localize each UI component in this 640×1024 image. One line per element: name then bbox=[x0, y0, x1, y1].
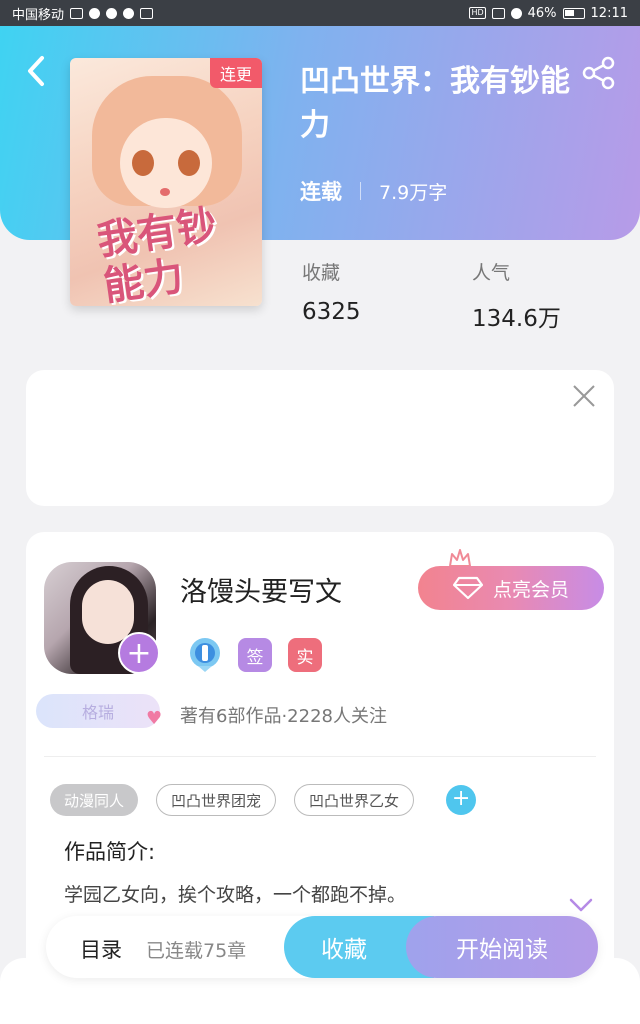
toc-button[interactable]: 目录 bbox=[80, 934, 122, 964]
battery-icon bbox=[562, 7, 585, 19]
vip-button-label: 点亮会员 bbox=[492, 578, 569, 601]
back-arrow-icon[interactable] bbox=[22, 54, 50, 88]
battery-percent: 46% bbox=[527, 5, 557, 21]
hd-icon: HD bbox=[469, 7, 486, 19]
author-badges: 签 实 bbox=[188, 636, 322, 674]
alarm-icon bbox=[510, 7, 522, 19]
meta-divider bbox=[360, 182, 361, 200]
fan-level-tag[interactable]: 格瑞 bbox=[36, 694, 160, 728]
bottom-action-bar: 目录 已连载75章 收藏 开始阅读 bbox=[46, 916, 598, 978]
message-icon bbox=[106, 7, 118, 19]
book-meta: 连载 7.9万字 bbox=[300, 176, 447, 206]
book-tags: 动漫同人 凹凸世界团宠 凹凸世界乙女 + bbox=[50, 784, 477, 816]
tag-item[interactable]: 凹凸世界乙女 bbox=[294, 784, 415, 816]
intro-label: 作品简介: bbox=[64, 840, 156, 864]
wifi-icon bbox=[89, 7, 101, 19]
ad-card bbox=[26, 370, 614, 506]
book-title: 凹凸世界：我有钞能力 bbox=[300, 64, 570, 143]
add-tag-button[interactable]: + bbox=[446, 785, 477, 815]
cover-title-art: 我有钞能力 bbox=[94, 201, 220, 306]
chevron-down-icon[interactable] bbox=[568, 896, 594, 914]
popularity-label: 人气 bbox=[472, 262, 511, 284]
book-cover[interactable]: 我有钞能力 连更 bbox=[70, 58, 262, 306]
tag-item[interactable]: 动漫同人 bbox=[50, 784, 139, 816]
share-icon[interactable] bbox=[582, 56, 616, 90]
diamond-icon bbox=[452, 576, 483, 600]
medal-icon[interactable] bbox=[188, 636, 222, 674]
favorites-value: 6325 bbox=[302, 299, 361, 325]
author-works-info: 著有6部作品·2228人关注 bbox=[180, 706, 387, 727]
crown-icon bbox=[449, 549, 471, 567]
heart-icon: ♥ bbox=[146, 708, 163, 729]
author-name[interactable]: 洛馒头要写文 bbox=[180, 570, 342, 609]
start-reading-button[interactable]: 开始阅读 bbox=[406, 916, 598, 978]
favorite-button-label: 收藏 bbox=[321, 937, 367, 963]
status-bar: 中国移动 HD 46% 12:11 bbox=[0, 0, 640, 26]
word-count: 7.9万字 bbox=[379, 181, 448, 204]
favorites-label: 收藏 bbox=[302, 262, 341, 284]
follow-plus-button[interactable]: + bbox=[118, 632, 160, 674]
favorites-stat: 收藏 6325 bbox=[302, 258, 361, 325]
update-badge: 连更 bbox=[209, 58, 262, 88]
clock: 12:11 bbox=[590, 5, 628, 21]
popularity-stat: 人气 134.6万 bbox=[472, 258, 561, 333]
app-notification-icon bbox=[140, 7, 154, 19]
close-icon[interactable] bbox=[570, 382, 598, 410]
chapter-count: 已连载75章 bbox=[146, 940, 247, 962]
start-reading-label: 开始阅读 bbox=[456, 937, 548, 963]
signal-icon bbox=[70, 7, 84, 19]
intro-text: 学园乙女向，挨个攻略，一个都跑不掉。 bbox=[64, 884, 407, 906]
signed-badge[interactable]: 签 bbox=[238, 638, 272, 672]
popularity-value: 134.6万 bbox=[472, 306, 561, 332]
serial-status: 连载 bbox=[300, 180, 342, 204]
vip-button[interactable]: 点亮会员 bbox=[418, 566, 604, 610]
verified-badge[interactable]: 实 bbox=[288, 638, 322, 672]
vibrate-icon bbox=[491, 7, 505, 19]
divider bbox=[44, 756, 596, 757]
fan-level-label: 格瑞 bbox=[81, 703, 114, 722]
carrier-label: 中国移动 bbox=[12, 7, 65, 23]
qq-icon bbox=[123, 7, 135, 19]
tag-item[interactable]: 凹凸世界团宠 bbox=[156, 784, 277, 816]
